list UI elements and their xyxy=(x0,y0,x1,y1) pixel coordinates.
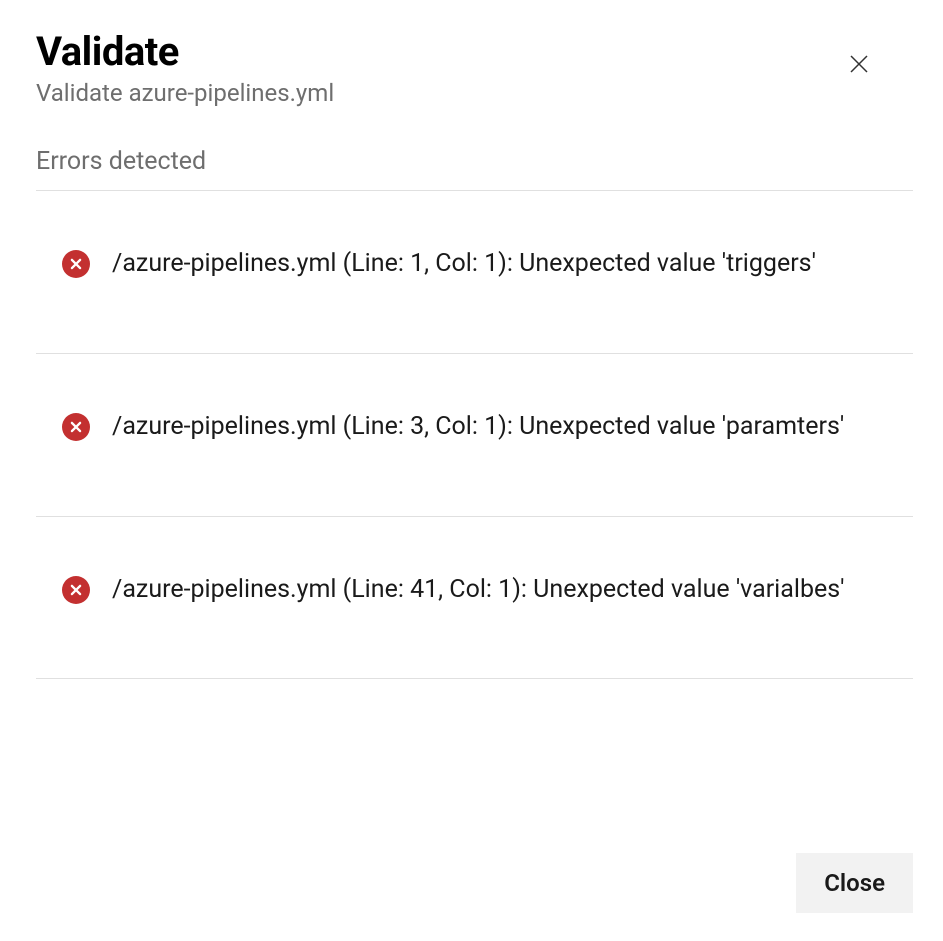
error-message: /azure-pipelines.yml (Line: 1, Col: 1): … xyxy=(112,247,816,281)
close-icon[interactable] xyxy=(845,50,873,78)
error-icon xyxy=(62,413,90,441)
header-text-block: Validate Validate azure-pipelines.yml xyxy=(36,30,334,109)
error-item: /azure-pipelines.yml (Line: 3, Col: 1): … xyxy=(36,354,913,517)
error-message: /azure-pipelines.yml (Line: 3, Col: 1): … xyxy=(112,410,844,444)
error-message: /azure-pipelines.yml (Line: 41, Col: 1):… xyxy=(112,573,845,607)
error-icon xyxy=(62,250,90,278)
dialog-title: Validate xyxy=(36,30,334,74)
close-button[interactable]: Close xyxy=(796,853,913,913)
errors-list: /azure-pipelines.yml (Line: 1, Col: 1): … xyxy=(36,191,913,679)
dialog-subtitle: Validate azure-pipelines.yml xyxy=(36,78,334,109)
dialog-footer: Close xyxy=(796,853,913,913)
errors-section-header: Errors detected xyxy=(36,147,913,191)
error-item: /azure-pipelines.yml (Line: 41, Col: 1):… xyxy=(36,517,913,680)
error-icon xyxy=(62,576,90,604)
error-item: /azure-pipelines.yml (Line: 1, Col: 1): … xyxy=(36,191,913,354)
dialog-header: Validate Validate azure-pipelines.yml xyxy=(36,30,913,109)
